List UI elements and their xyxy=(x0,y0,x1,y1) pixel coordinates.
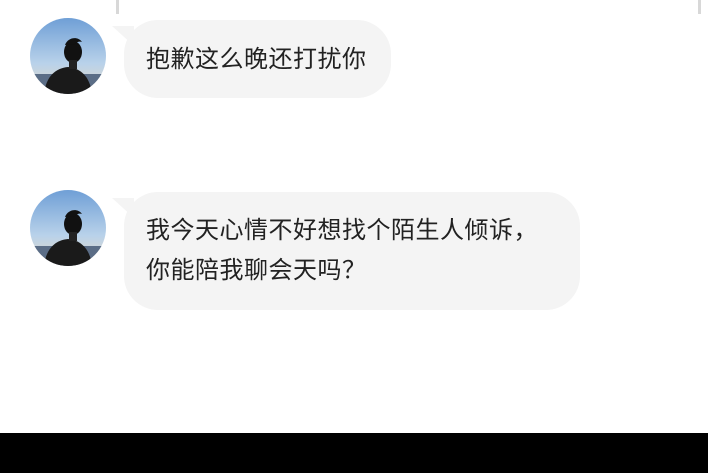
message-bubble[interactable]: 我今天心情不好想找个陌生人倾诉，你能陪我聊会天吗？ xyxy=(112,192,580,310)
avatar[interactable] xyxy=(30,18,106,94)
message-text: 我今天心情不好想找个陌生人倾诉，你能陪我聊会天吗？ xyxy=(146,216,538,284)
chat-area: 抱歉这么晚还打扰你 我今天心情不好想找个陌生人倾诉，你能陪我聊会天吗？ xyxy=(0,0,708,433)
avatar-man-back-view-icon xyxy=(30,18,106,94)
avatar[interactable] xyxy=(30,190,106,266)
top-edge-mark xyxy=(116,0,119,14)
message-bubble[interactable]: 抱歉这么晚还打扰你 xyxy=(112,20,391,98)
avatar-man-back-view-icon xyxy=(30,190,106,266)
message-text: 抱歉这么晚还打扰你 xyxy=(146,45,367,73)
bottom-bar xyxy=(0,433,708,473)
top-edge-mark xyxy=(698,0,701,14)
